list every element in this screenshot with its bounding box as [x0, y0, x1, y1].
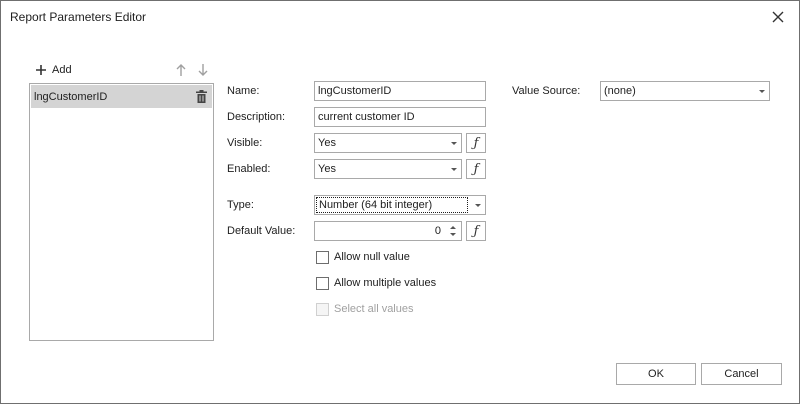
value-source-label: Value Source: [512, 85, 581, 97]
enabled-select[interactable]: Yes [314, 159, 462, 179]
visible-label: Visible: [227, 137, 263, 149]
type-value: Number (64 bit integer) [316, 197, 468, 213]
cancel-button[interactable]: Cancel [701, 363, 782, 385]
trash-icon[interactable] [196, 90, 207, 103]
checkbox-box[interactable] [316, 276, 329, 290]
move-up-button[interactable] [175, 63, 187, 77]
function-icon: ƒ [473, 223, 479, 239]
default-value-label: Default Value: [227, 225, 296, 237]
visible-value: Yes [318, 137, 336, 149]
spin-down-icon[interactable] [450, 233, 456, 236]
chevron-down-icon [451, 142, 457, 145]
list-item[interactable]: lngCustomerID [31, 85, 212, 108]
type-label: Type: [227, 199, 254, 211]
checkbox-box[interactable] [316, 250, 329, 264]
parameter-list[interactable]: lngCustomerID [29, 83, 214, 341]
arrow-down-icon [198, 64, 208, 76]
allow-null-label: Allow null value [334, 251, 410, 263]
report-parameters-dialog: Report Parameters Editor Add lngCustomer… [0, 0, 800, 404]
allow-multiple-checkbox[interactable]: Allow multiple values [316, 275, 436, 291]
window-title: Report Parameters Editor [10, 10, 147, 24]
function-icon: ƒ [473, 161, 479, 177]
type-select[interactable]: Number (64 bit integer) [314, 195, 486, 215]
close-button[interactable] [769, 8, 787, 26]
name-label: Name: [227, 85, 260, 97]
visible-select[interactable]: Yes [314, 133, 462, 153]
visible-expression-button[interactable]: ƒ [466, 133, 486, 153]
enabled-label: Enabled: [227, 163, 271, 175]
function-icon: ƒ [473, 135, 479, 151]
plus-icon [36, 65, 46, 75]
allow-null-checkbox[interactable]: Allow null value [316, 249, 410, 265]
select-all-label: Select all values [334, 303, 414, 315]
parameter-name: lngCustomerID [34, 90, 108, 103]
description-label: Description: [227, 111, 286, 123]
add-label: Add [52, 64, 72, 76]
add-parameter-button[interactable]: Add [35, 63, 72, 77]
name-input[interactable]: lngCustomerID [314, 81, 486, 101]
checkbox-box [316, 302, 329, 316]
move-down-button[interactable] [197, 63, 209, 77]
value-source-value: (none) [604, 85, 636, 97]
default-value-spinner[interactable]: 0 [314, 221, 462, 241]
enabled-expression-button[interactable]: ƒ [466, 159, 486, 179]
value-source-select[interactable]: (none) [600, 81, 770, 101]
arrow-up-icon [176, 64, 186, 76]
chevron-down-icon [759, 90, 765, 93]
description-input[interactable]: current customer ID [314, 107, 486, 127]
enabled-value: Yes [318, 163, 336, 175]
default-value-expression-button[interactable]: ƒ [466, 221, 486, 241]
spin-up-icon[interactable] [450, 226, 456, 229]
chevron-down-icon [451, 168, 457, 171]
title-bar: Report Parameters Editor [1, 1, 799, 33]
default-value: 0 [434, 225, 441, 237]
chevron-down-icon [475, 204, 481, 207]
ok-button[interactable]: OK [616, 363, 696, 385]
select-all-checkbox: Select all values [316, 301, 414, 317]
close-icon [772, 11, 784, 23]
allow-multiple-label: Allow multiple values [334, 277, 437, 289]
